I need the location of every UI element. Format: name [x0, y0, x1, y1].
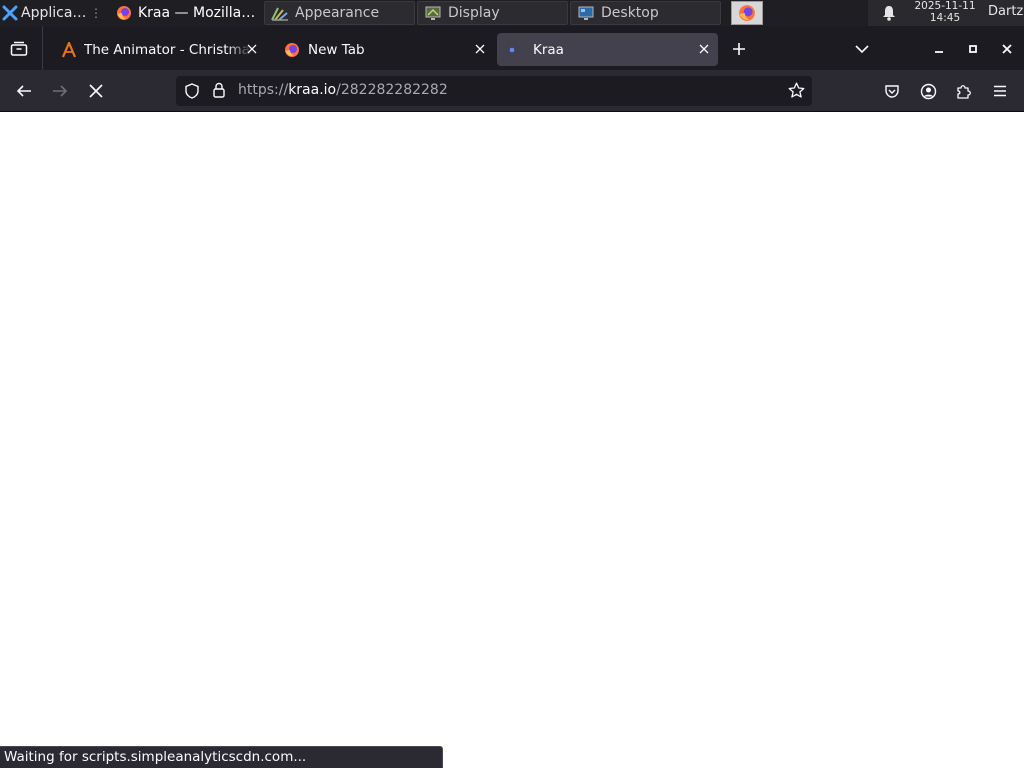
new-tab-button[interactable] — [728, 38, 750, 60]
back-button[interactable] — [12, 79, 36, 103]
clock-date: 2025-11-11 — [914, 0, 976, 12]
user-name[interactable]: Dartz — [988, 4, 1023, 19]
menu-grip-icon: ⋮ — [90, 6, 102, 20]
url-text[interactable]: https://kraa.io/282282282282 — [238, 82, 448, 98]
arrow-right-icon — [52, 83, 68, 99]
applications-menu-icon — [2, 5, 18, 21]
plus-icon — [732, 42, 746, 56]
forward-button[interactable] — [48, 79, 72, 103]
taskbar-launcher-firefox[interactable] — [731, 1, 763, 25]
hamburger-menu-icon — [993, 85, 1007, 97]
tab-title: Kraa — [533, 41, 564, 58]
url-host: kraa.io — [288, 82, 337, 98]
taskbar-window-desktop[interactable]: Desktop — [570, 1, 721, 25]
taskbar-window-label: Display — [448, 5, 500, 21]
firefox-icon — [284, 42, 300, 58]
taskbar-window-label: Desktop — [601, 5, 659, 21]
chevron-down-icon — [855, 44, 869, 54]
applications-menu-label: Applications — [21, 5, 87, 21]
pocket-icon — [884, 83, 900, 99]
url-scheme: https:// — [238, 82, 289, 98]
firefox-icon — [116, 5, 132, 21]
maximize-icon — [968, 44, 978, 54]
bookmark-star-icon[interactable] — [788, 82, 805, 99]
tab-kraa[interactable]: Kraa — [497, 33, 718, 66]
taskbar-window-label: Appearance — [295, 5, 380, 21]
taskbar-window-firefox[interactable]: Kraa — Mozilla F... — [110, 0, 262, 26]
tab-new-tab[interactable]: New Tab — [272, 33, 494, 66]
close-window-button[interactable] — [997, 39, 1017, 59]
taskbar-window-appearance[interactable]: Appearance — [264, 1, 415, 25]
tracking-protection-shield-icon[interactable] — [184, 83, 200, 99]
puzzle-piece-icon — [956, 83, 972, 99]
list-all-tabs-button[interactable] — [851, 38, 873, 60]
maximize-window-button[interactable] — [963, 39, 983, 59]
animator-icon — [62, 41, 76, 58]
close-tab-icon[interactable] — [244, 41, 260, 57]
taskbar-window-label: Kraa — Mozilla F... — [138, 5, 256, 21]
tab-the-animator[interactable]: The Animator - Christmas — [50, 33, 266, 66]
navigation-toolbar: https://kraa.io/282282282282 — [0, 70, 1024, 111]
extensions-button[interactable] — [952, 79, 976, 103]
firefox-view-icon — [10, 41, 28, 57]
desktop-icon — [577, 5, 595, 21]
address-bar[interactable]: https://kraa.io/282282282282 — [176, 76, 812, 106]
desktop-taskbar: Applications ⋮ Kraa — Mozilla F... Appea… — [0, 0, 1024, 26]
taskbar-window-display[interactable]: Display — [417, 1, 568, 25]
application-menu-button[interactable] — [988, 79, 1012, 103]
stop-loading-button[interactable] — [84, 79, 108, 103]
save-to-pocket-button[interactable] — [880, 79, 904, 103]
page-content-area[interactable] — [0, 112, 1024, 768]
close-icon — [89, 84, 103, 98]
account-icon — [920, 83, 937, 100]
firefox-icon — [738, 4, 756, 22]
appearance-icon — [271, 5, 289, 21]
arrow-left-icon — [16, 83, 32, 99]
applications-menu-button[interactable]: Applications ⋮ — [0, 0, 108, 26]
close-tab-icon[interactable] — [472, 41, 488, 57]
tab-strip: The Animator - Christmas New Tab Kraa — [0, 26, 1024, 70]
lock-icon[interactable] — [212, 82, 226, 99]
tab-title: The Animator - Christmas — [84, 41, 252, 58]
display-icon — [424, 5, 442, 21]
minimize-window-button[interactable] — [929, 39, 949, 59]
firefox-view-button[interactable] — [6, 36, 32, 62]
tab-strip-separator — [42, 26, 43, 70]
loading-dot-icon — [509, 42, 525, 58]
clock[interactable]: 2025-11-11 14:45 — [908, 0, 982, 24]
minimize-icon — [934, 44, 944, 54]
close-icon — [1002, 44, 1012, 54]
clock-time: 14:45 — [929, 11, 961, 24]
notification-bell-icon[interactable] — [882, 5, 896, 21]
tab-title: New Tab — [308, 41, 365, 58]
close-tab-icon[interactable] — [696, 41, 712, 57]
url-path: /282282282282 — [336, 82, 448, 98]
status-panel: Waiting for scripts.simpleanalyticscdn.c… — [0, 746, 443, 768]
account-button[interactable] — [916, 79, 940, 103]
